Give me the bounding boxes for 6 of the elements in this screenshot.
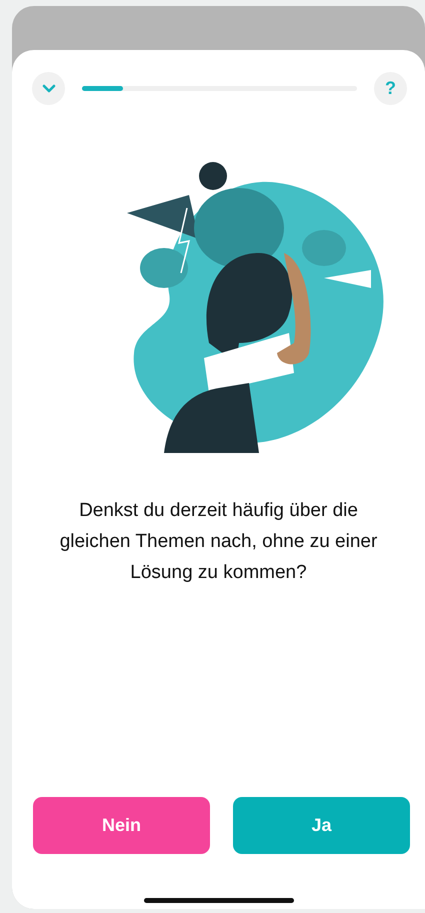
help-button[interactable]: ? bbox=[374, 72, 407, 105]
chevron-down-icon bbox=[42, 84, 56, 94]
no-button[interactable]: Nein bbox=[33, 797, 210, 854]
collapse-button[interactable] bbox=[32, 72, 65, 105]
yes-button[interactable]: Ja bbox=[233, 797, 410, 854]
question-text: Denkst du derzeit häufig über die gleichen Themen nach, ohne zu einer Lösung zu kommen? bbox=[58, 499, 378, 585]
